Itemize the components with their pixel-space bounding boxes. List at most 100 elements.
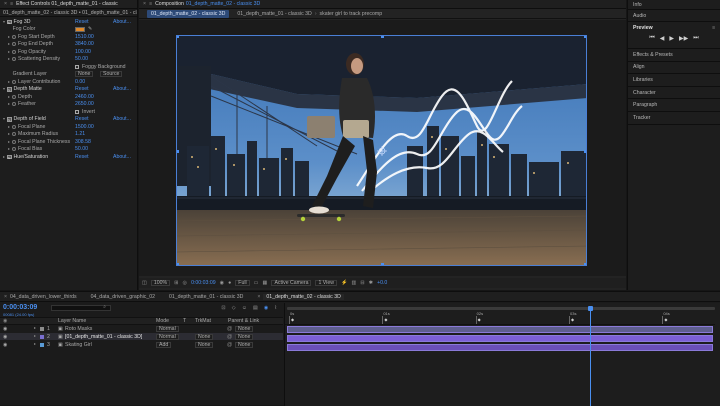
col-parent[interactable]: Parent & Link: [228, 318, 259, 324]
panel-menu-icon[interactable]: ≡: [10, 1, 13, 7]
keyframe-marker-icon[interactable]: ◆: [478, 317, 481, 322]
visibility-eye-icon[interactable]: ◉: [3, 342, 8, 348]
keyframe-marker-icon[interactable]: ◆: [664, 317, 667, 322]
frame-blending-icon[interactable]: ▤: [253, 305, 258, 311]
twirl-right-icon[interactable]: [8, 148, 10, 151]
keyframe-marker-icon[interactable]: ◆: [384, 317, 387, 322]
composition-tab-name[interactable]: 01_depth_matte_02 - classic 3D: [186, 1, 260, 7]
effect-property-row[interactable]: Fog End Depth 3840.00: [0, 41, 137, 49]
keyframe-marker-icon[interactable]: ◆: [291, 317, 294, 322]
visibility-eye-icon[interactable]: ◉: [3, 334, 8, 340]
effect-property-row[interactable]: Foggy Background: [0, 63, 137, 71]
roi-icon[interactable]: ▭: [254, 280, 259, 286]
property-value[interactable]: 1510.00: [75, 34, 94, 40]
parent-dropdown[interactable]: None: [235, 334, 254, 340]
render-icon[interactable]: ▥: [351, 280, 356, 286]
parent-dropdown[interactable]: None: [235, 326, 254, 332]
property-value[interactable]: 2650.00: [75, 101, 94, 107]
info-panel-header[interactable]: Info: [628, 0, 720, 10]
panel-libraries[interactable]: Libraries: [628, 74, 720, 87]
close-icon[interactable]: ×: [4, 294, 7, 300]
close-icon[interactable]: ×: [257, 294, 260, 300]
stopwatch-icon[interactable]: [12, 42, 16, 47]
twirl-right-icon[interactable]: [34, 335, 36, 337]
stopwatch-icon[interactable]: [12, 34, 16, 39]
property-value[interactable]: 1500.00: [75, 124, 94, 130]
effect-group-row[interactable]: fx Fog 3D Reset About...: [0, 18, 137, 26]
effect-property-row[interactable]: Focal Plane 1500.00: [0, 123, 137, 131]
timeline-tab[interactable]: 01_depth_matte_01 - classic 3D: [169, 294, 243, 300]
panel-align[interactable]: Align: [628, 62, 720, 75]
twirl-right-icon[interactable]: [8, 103, 10, 106]
about-button[interactable]: About...: [113, 19, 131, 25]
close-icon[interactable]: ×: [4, 1, 7, 7]
checkbox[interactable]: [75, 64, 79, 69]
motion-blur-icon[interactable]: ◉: [264, 305, 269, 311]
effect-controls-tab[interactable]: Effect Controls 01_depth_matte_01 - clas…: [16, 1, 118, 7]
layer-row[interactable]: ◉ 2 ▣ [01_depth_matte_01 - classic 3D] Norma…: [0, 333, 283, 341]
comp-flowchart-icon[interactable]: ⊡: [221, 305, 225, 311]
property-value[interactable]: 1.21: [75, 131, 85, 137]
last-frame-icon[interactable]: ⏭: [693, 35, 698, 42]
camera-dropdown[interactable]: Active Camera: [271, 280, 312, 286]
timecode-display[interactable]: 0:00:03:09: [191, 280, 216, 286]
trkmat-dropdown[interactable]: None: [195, 342, 214, 348]
layer-row[interactable]: ◉ 1 ▣ Roto Masks Normal @ None: [0, 325, 283, 333]
twirl-right-icon[interactable]: [8, 125, 10, 128]
twirl-right-icon[interactable]: [8, 80, 10, 83]
camera-icon[interactable]: ◉: [220, 280, 225, 286]
flowchart-icon[interactable]: ⊟: [360, 280, 364, 286]
layer-name[interactable]: Roto Masks: [65, 326, 92, 332]
col-layer-name[interactable]: Layer Name: [58, 318, 86, 324]
stopwatch-icon[interactable]: [12, 147, 16, 152]
stopwatch-icon[interactable]: [12, 94, 16, 99]
property-value[interactable]: 2460.00: [75, 94, 94, 100]
property-value[interactable]: 100.00: [75, 49, 91, 55]
effect-property-row[interactable]: Layer Contribution 0.00: [0, 78, 137, 86]
parent-pickwhip-icon[interactable]: @: [227, 326, 232, 332]
mode-dropdown[interactable]: Add: [156, 342, 172, 348]
layer-duration-bar[interactable]: [287, 344, 713, 351]
effect-property-row[interactable]: Focal Bias 50.00: [0, 146, 137, 154]
playhead-handle[interactable]: [588, 306, 594, 311]
stopwatch-icon[interactable]: [12, 49, 16, 54]
search-input[interactable]: [51, 304, 112, 311]
composition-tab-label[interactable]: Composition: [155, 1, 184, 7]
layer-name[interactable]: [01_depth_matte_01 - classic 3D]: [65, 334, 142, 340]
panel-effects-presets[interactable]: Effects & Presets: [628, 49, 720, 62]
composition-frame[interactable]: [176, 35, 587, 266]
first-frame-icon[interactable]: ⏮: [649, 35, 654, 42]
twirl-right-icon[interactable]: [8, 58, 10, 61]
visibility-eye-icon[interactable]: ◉: [3, 326, 8, 332]
effect-property-row[interactable]: Feather 2650.00: [0, 101, 137, 109]
exposure-icon[interactable]: ✱: [369, 280, 373, 286]
resolution-dropdown[interactable]: Full: [235, 280, 250, 286]
fx-toggle-icon[interactable]: fx: [7, 87, 12, 92]
fx-toggle-icon[interactable]: fx: [7, 117, 12, 122]
exposure-value[interactable]: +0.0: [377, 280, 387, 286]
reset-button[interactable]: Reset: [75, 19, 89, 25]
audio-panel-header[interactable]: Audio: [628, 10, 720, 22]
twirl-right-icon[interactable]: [3, 155, 5, 158]
twirl-down-icon[interactable]: [3, 20, 5, 23]
stopwatch-icon[interactable]: [12, 79, 16, 84]
effect-property-row[interactable]: Fog Color ✎: [0, 26, 137, 34]
shy-icon[interactable]: ☺: [242, 305, 247, 311]
effect-property-row[interactable]: Gradient Layer None Source: [0, 71, 137, 79]
stopwatch-icon[interactable]: [12, 57, 16, 62]
mask-icon[interactable]: ◎: [183, 280, 188, 286]
twirl-right-icon[interactable]: [34, 327, 36, 329]
checkbox[interactable]: [75, 109, 79, 114]
effect-property-row[interactable]: Depth 2460.00: [0, 93, 137, 101]
graph-editor-icon[interactable]: ⌇: [274, 305, 277, 311]
zoom-dropdown[interactable]: 100%: [150, 280, 171, 286]
timeline-tab[interactable]: 04_data_driven_lower_thirds: [10, 294, 77, 300]
fx-toggle-icon[interactable]: fx: [7, 154, 12, 159]
col-mode[interactable]: Mode: [156, 318, 169, 324]
next-frame-icon[interactable]: ▶▶: [679, 35, 688, 42]
twirl-right-icon[interactable]: [8, 50, 10, 53]
twirl-down-icon[interactable]: [3, 88, 5, 91]
panel-menu-icon[interactable]: ≡: [712, 25, 715, 31]
layer-duration-bar[interactable]: [287, 326, 713, 333]
always-preview-icon[interactable]: ◫: [142, 280, 147, 286]
